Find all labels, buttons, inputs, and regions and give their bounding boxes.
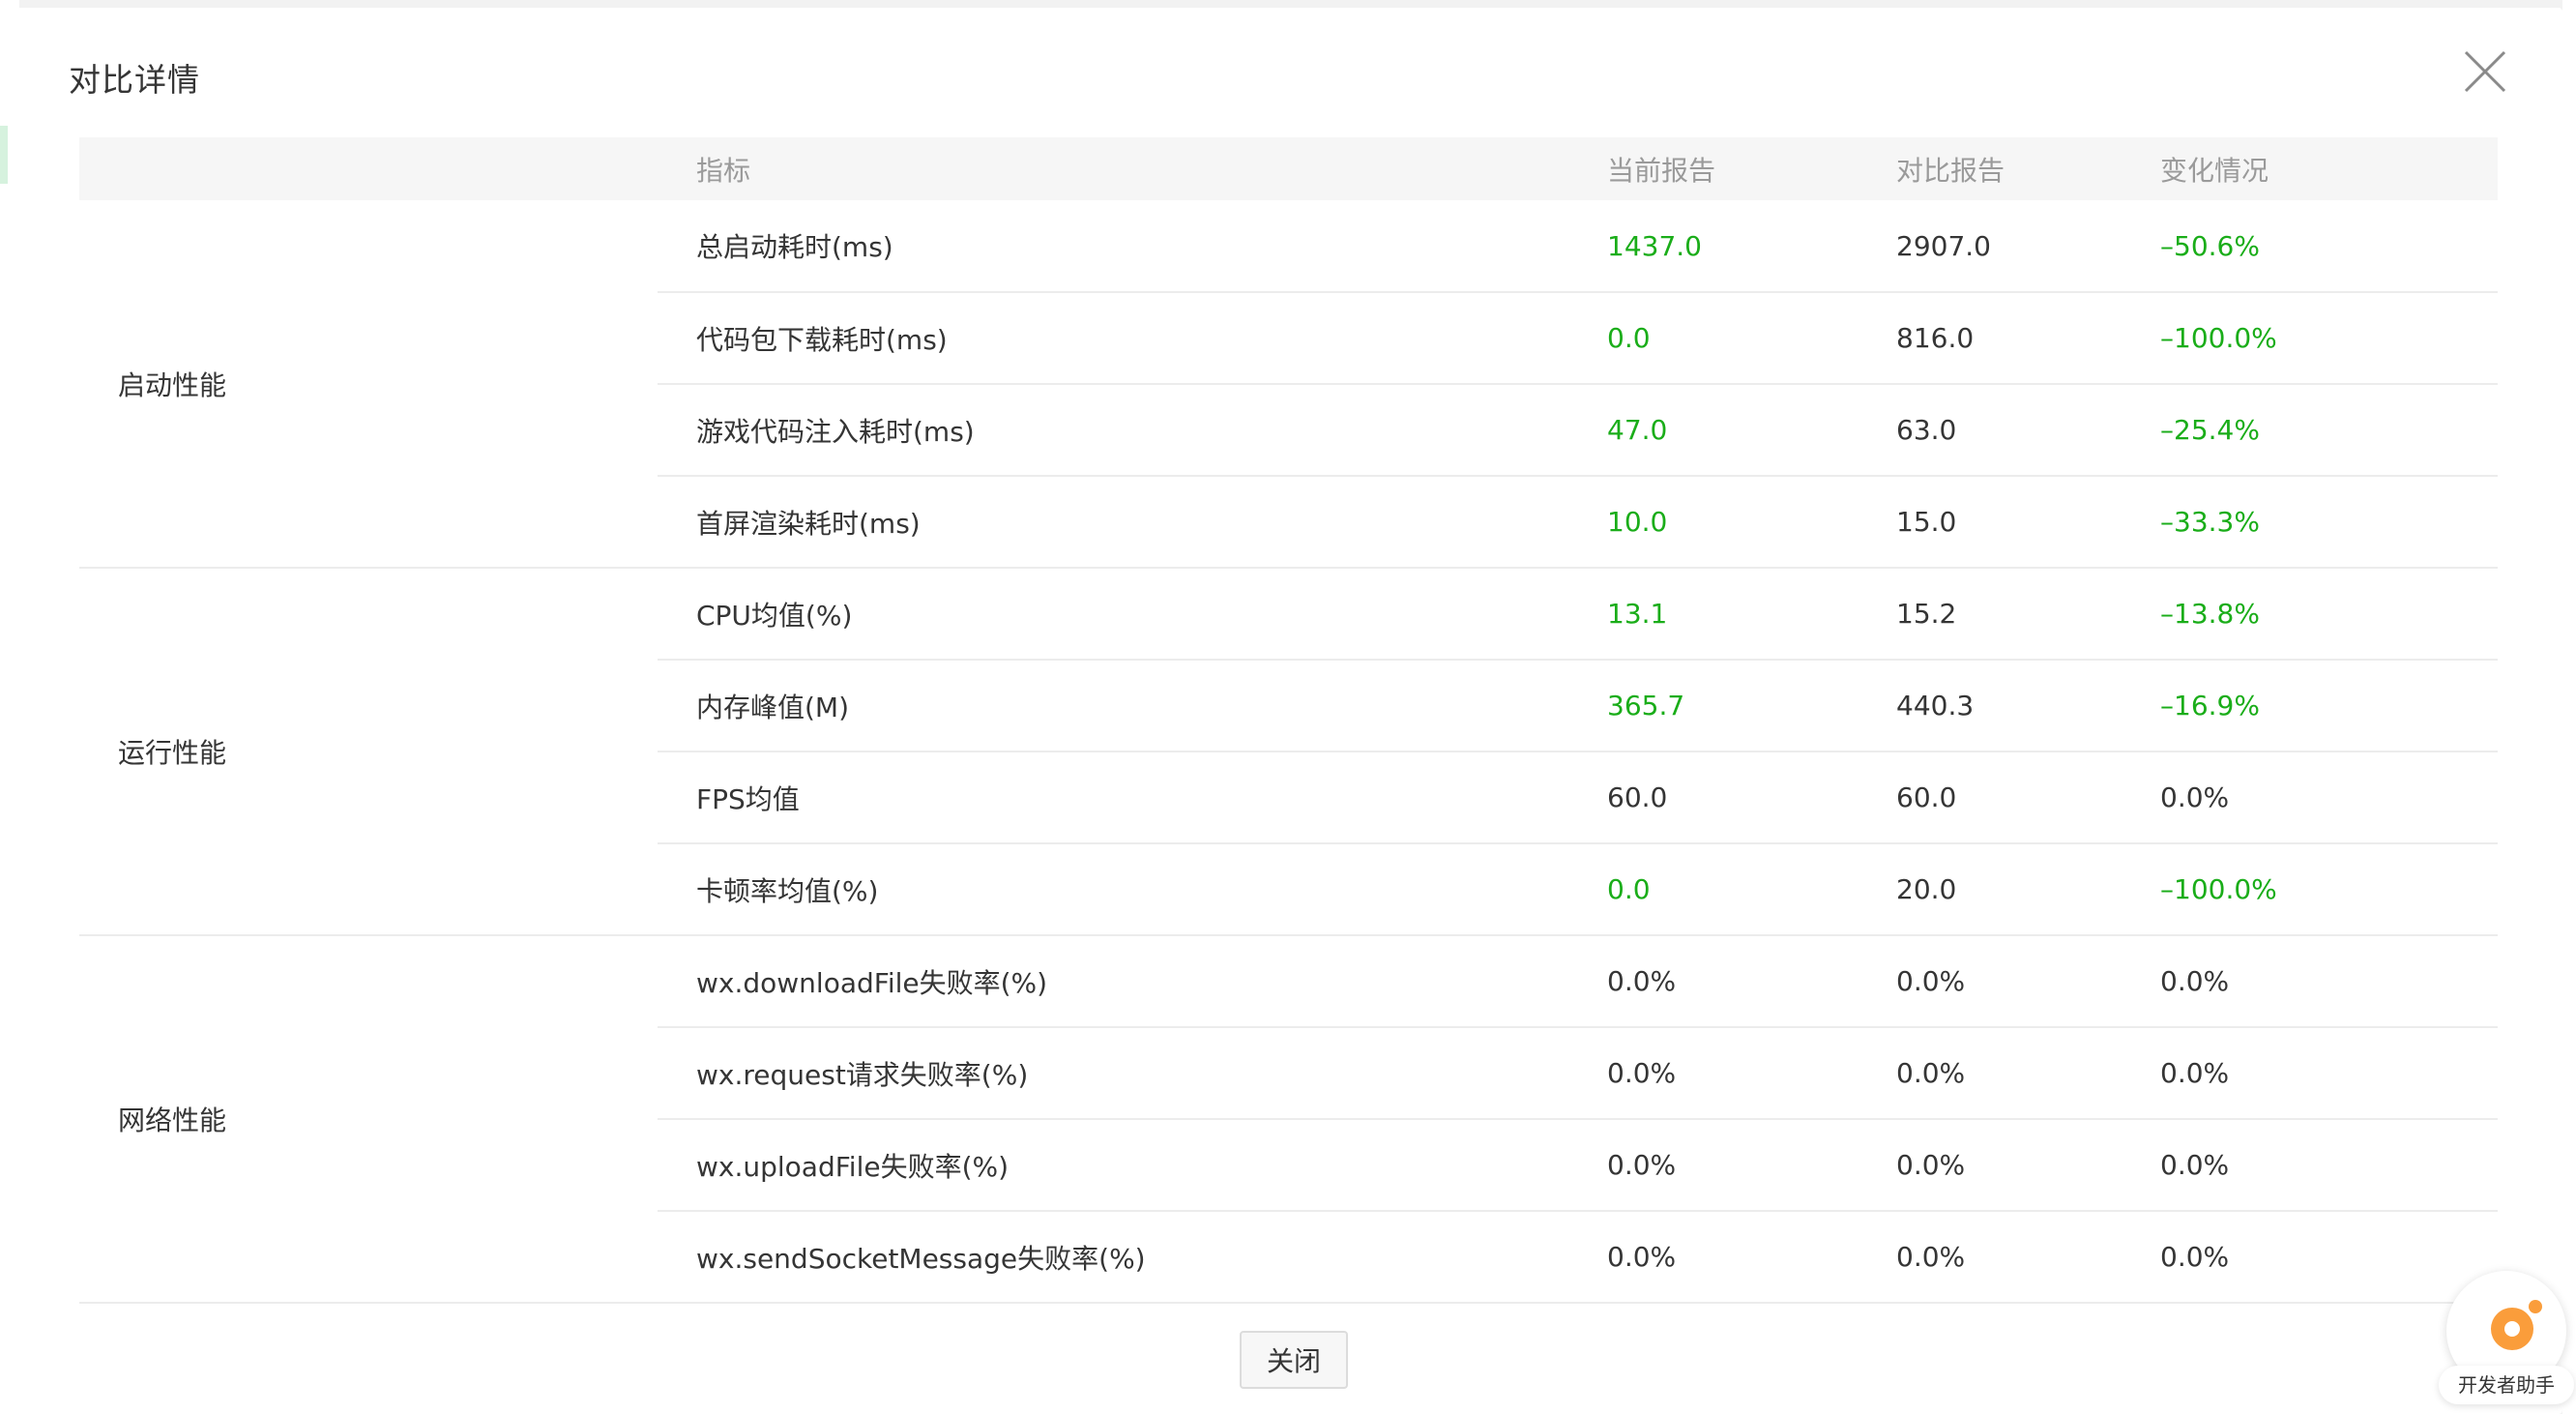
change-value-cell: 0.0% (2122, 1119, 2498, 1212)
current-value-cell: 0.0% (1568, 1027, 1858, 1120)
metric-cell: wx.downloadFile失败率(%) (658, 935, 1568, 1028)
baseline-value-cell: 0.0% (1858, 1027, 2122, 1120)
header-group (79, 137, 658, 200)
helper-label[interactable]: 开发者助手 (2439, 1366, 2574, 1404)
change-value-cell: –100.0% (2122, 292, 2498, 385)
baseline-value-cell: 15.2 (1858, 568, 2122, 661)
current-value-cell: 0.0 (1568, 843, 1858, 936)
change-value-cell: –13.8% (2122, 568, 2498, 661)
header-current: 当前报告 (1607, 154, 1716, 187)
change-value-cell: –25.4% (2122, 384, 2498, 477)
developer-assistant-widget[interactable]: 开发者助手 (2437, 1271, 2576, 1414)
background-page-edge-right (2562, 0, 2576, 1414)
baseline-value-cell: 20.0 (1858, 843, 2122, 936)
current-value-cell: 0.0% (1568, 1119, 1858, 1212)
metric-cell: wx.sendSocketMessage失败率(%) (658, 1211, 1568, 1304)
current-value-cell: 0.0% (1568, 1211, 1858, 1304)
metric-cell: 卡顿率均值(%) (658, 843, 1568, 936)
baseline-value-cell: 15.0 (1858, 476, 2122, 569)
background-nav-highlight (0, 126, 8, 184)
metric-cell: 总启动耗时(ms) (658, 200, 1568, 293)
baseline-value-cell: 63.0 (1858, 384, 2122, 477)
metric-cell: 代码包下载耗时(ms) (658, 292, 1568, 385)
baseline-value-cell: 0.0% (1858, 935, 2122, 1028)
change-value-cell: 0.0% (2122, 751, 2498, 844)
close-icon[interactable] (2458, 44, 2512, 99)
close-button[interactable]: 关闭 (1240, 1331, 1348, 1389)
dialog-title: 对比详情 (69, 61, 200, 99)
baseline-value-cell: 2907.0 (1858, 200, 2122, 293)
compare-details-dialog: 对比详情 指标 当前报告 对比报告 变化情况 启动性能 总启动耗时(ms) 1437… (12, 8, 2562, 1414)
header-metric: 指标 (696, 154, 751, 187)
metric-cell: 游戏代码注入耗时(ms) (658, 384, 1568, 477)
change-value-cell: –100.0% (2122, 843, 2498, 936)
current-value-cell: 365.7 (1568, 660, 1858, 752)
metric-cell: 首屏渲染耗时(ms) (658, 476, 1568, 569)
change-value-cell: –50.6% (2122, 200, 2498, 293)
header-change: 变化情况 (2160, 154, 2269, 187)
change-value-cell: 0.0% (2122, 935, 2498, 1028)
current-value-cell: 0.0% (1568, 935, 1858, 1028)
baseline-value-cell: 440.3 (1858, 660, 2122, 752)
change-value-cell: –33.3% (2122, 476, 2498, 569)
table-header-row: 指标 当前报告 对比报告 变化情况 (79, 137, 2498, 200)
baseline-value-cell: 60.0 (1858, 751, 2122, 844)
current-value-cell: 1437.0 (1568, 200, 1858, 293)
baseline-value-cell: 0.0% (1858, 1211, 2122, 1304)
metric-cell: wx.request请求失败率(%) (658, 1027, 1568, 1120)
metric-cell: wx.uploadFile失败率(%) (658, 1119, 1568, 1212)
header-baseline: 对比报告 (1896, 154, 2005, 187)
table-row: 网络性能 wx.downloadFile失败率(%) 0.0% 0.0% 0.0% (79, 935, 2498, 1304)
group-label: 运行性能 (79, 568, 658, 936)
current-value-cell: 47.0 (1568, 384, 1858, 477)
metric-cell: 内存峰值(M) (658, 660, 1568, 752)
current-value-cell: 0.0 (1568, 292, 1858, 385)
baseline-value-cell: 816.0 (1858, 292, 2122, 385)
metric-cell: FPS均值 (658, 751, 1568, 844)
baseline-value-cell: 0.0% (1858, 1119, 2122, 1212)
table-row: 运行性能 CPU均值(%) 13.1 15.2 –13.8% (79, 568, 2498, 936)
current-value-cell: 60.0 (1568, 751, 1858, 844)
current-value-cell: 13.1 (1568, 568, 1858, 661)
table-row: 启动性能 总启动耗时(ms) 1437.0 2907.0 –50.6% (79, 200, 2498, 569)
group-label: 网络性能 (79, 935, 658, 1304)
change-value-cell: –16.9% (2122, 660, 2498, 752)
change-value-cell: 0.0% (2122, 1027, 2498, 1120)
current-value-cell: 10.0 (1568, 476, 1858, 569)
comparison-table: 指标 当前报告 对比报告 变化情况 启动性能 总启动耗时(ms) 1437.0 290… (79, 137, 2498, 1304)
group-label: 启动性能 (79, 200, 658, 569)
dev-assistant-icon (2491, 1300, 2542, 1350)
metric-cell: CPU均值(%) (658, 568, 1568, 661)
